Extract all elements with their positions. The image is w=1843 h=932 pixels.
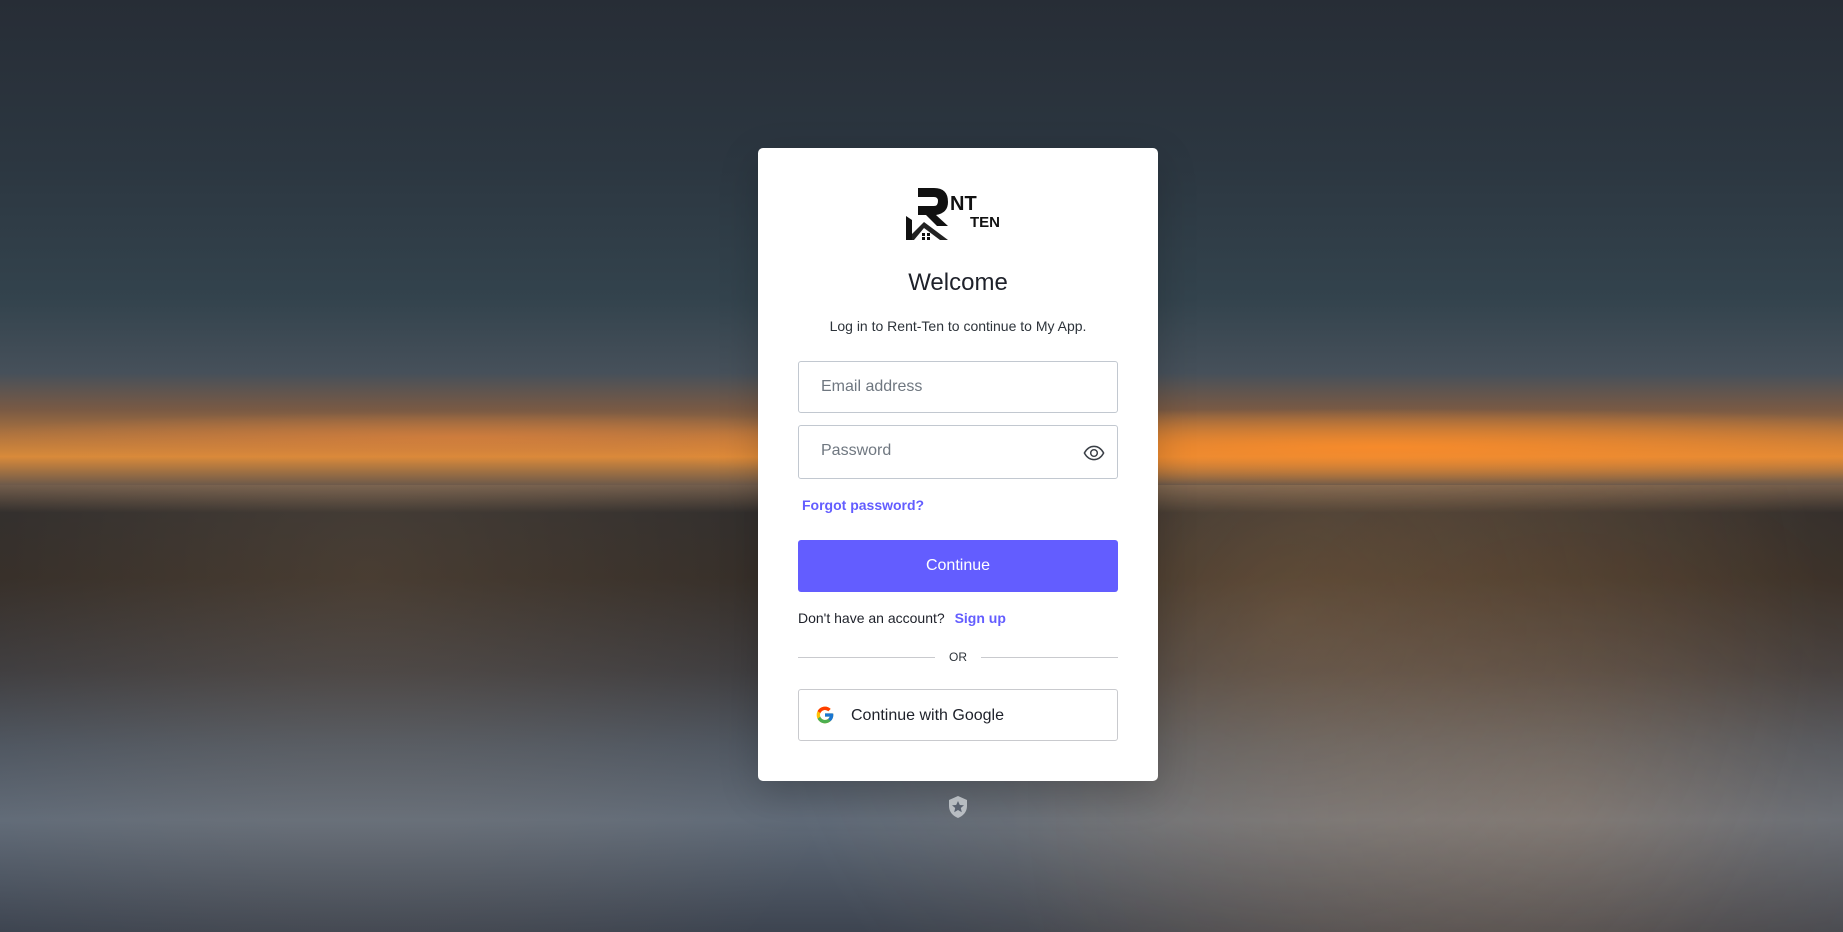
no-account-text: Don't have an account? — [798, 610, 945, 626]
divider-line-right — [981, 657, 1118, 658]
rent-ten-logo: NT TEN — [906, 188, 1000, 240]
password-field-wrapper — [798, 425, 1118, 479]
svg-text:NT: NT — [950, 193, 977, 215]
or-divider: OR — [798, 650, 1118, 664]
page-subtitle: Log in to Rent-Ten to continue to My App… — [829, 318, 1087, 334]
login-card: NT TEN Welcome Log in to Rent-Ten to con… — [758, 148, 1158, 781]
svg-text:TEN: TEN — [970, 214, 1000, 231]
google-button-label: Continue with Google — [851, 707, 1004, 724]
auth-badge-icon — [949, 796, 967, 818]
email-field-wrapper — [798, 361, 1118, 413]
signup-prompt: Don't have an account? Sign up — [798, 610, 1006, 626]
email-field[interactable] — [799, 362, 1081, 412]
eye-icon[interactable] — [1083, 442, 1105, 464]
continue-with-google-button[interactable]: Continue with Google — [798, 689, 1118, 741]
password-field[interactable] — [799, 426, 1081, 476]
continue-button[interactable]: Continue — [798, 540, 1118, 592]
google-icon — [816, 706, 834, 724]
forgot-password-link[interactable]: Forgot password? — [802, 497, 924, 513]
signup-link[interactable]: Sign up — [955, 610, 1006, 626]
page-title: Welcome — [908, 269, 1008, 296]
